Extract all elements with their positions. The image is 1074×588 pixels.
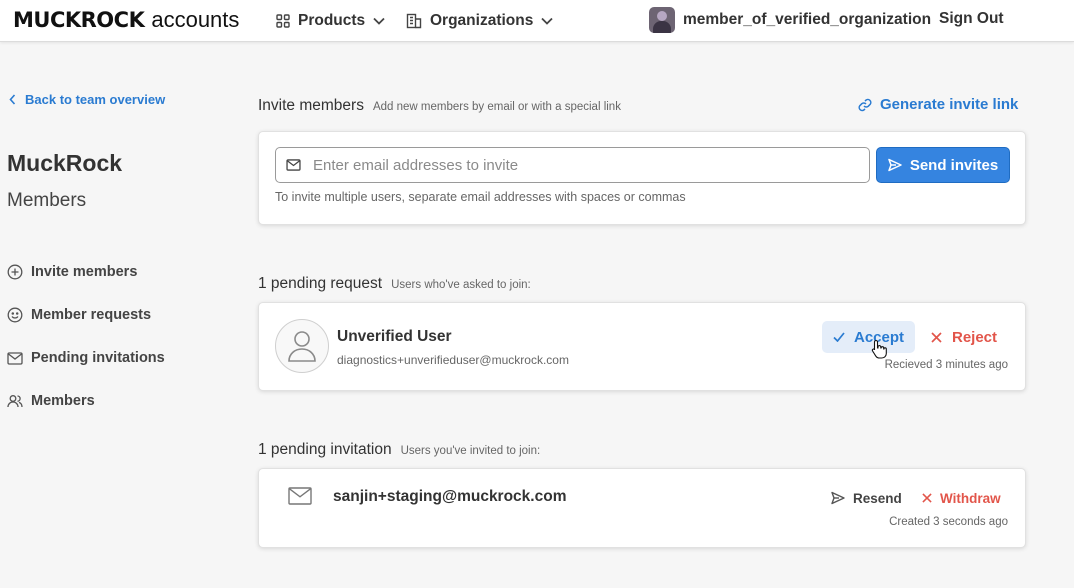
user-icon <box>288 331 316 362</box>
user-menu[interactable]: member_of_verified_organization <box>649 6 931 34</box>
products-menu[interactable]: Products <box>276 10 385 32</box>
reject-label: Reject <box>952 328 998 346</box>
back-to-team-overview-link[interactable]: Back to team overview <box>9 92 165 107</box>
organizations-menu-label: Organizations <box>430 12 534 29</box>
sidebar-item-pending-invitations[interactable]: Pending invitations <box>7 350 165 366</box>
mail-icon <box>288 487 312 505</box>
request-received-time: Recieved 3 minutes ago <box>884 359 1008 371</box>
close-icon <box>922 493 932 503</box>
generate-invite-link-button[interactable]: Generate invite link <box>858 96 1018 113</box>
sign-out-link[interactable]: Sign Out <box>939 10 1004 28</box>
send-icon <box>888 158 902 172</box>
sidebar-item-invite-members[interactable]: Invite members <box>7 264 137 280</box>
withdraw-label: Withdraw <box>940 490 1001 506</box>
send-invites-label: Send invites <box>909 156 999 174</box>
invitation-created-time: Created 3 seconds ago <box>889 516 1008 528</box>
back-link-label: Back to team overview <box>25 92 166 107</box>
pending-requests-heading: 1 pending request Users who've asked to … <box>258 275 531 293</box>
mail-icon <box>286 159 301 171</box>
mail-icon <box>7 351 23 365</box>
invitation-email: sanjin+staging@muckrock.com <box>333 488 567 505</box>
organizations-menu[interactable]: Organizations <box>406 10 553 32</box>
close-icon <box>931 331 942 343</box>
link-icon <box>858 98 872 111</box>
email-invite-field[interactable] <box>275 147 870 183</box>
withdraw-invitation-button[interactable]: Withdraw <box>922 487 1001 509</box>
send-icon <box>831 491 845 505</box>
resend-invitation-button[interactable]: Resend <box>831 487 902 509</box>
request-user-name: Unverified User <box>337 328 452 345</box>
top-navigation-bar: MUCKROCK accounts Products Organizations… <box>0 0 1074 42</box>
accept-request-button[interactable]: Accept <box>822 321 915 353</box>
sidebar-item-label: Pending invitations <box>31 350 165 366</box>
reject-request-button[interactable]: Reject <box>931 321 997 353</box>
sidebar-item-label: Invite members <box>31 264 138 280</box>
sidebar-item-members[interactable]: Members <box>7 393 95 409</box>
resend-label: Resend <box>853 490 902 506</box>
send-invites-button[interactable]: Send invites <box>876 147 1010 183</box>
chevron-down-icon <box>541 17 553 25</box>
chevron-down-icon <box>373 17 385 25</box>
generate-invite-link-label: Generate invite link <box>880 96 1019 113</box>
invite-members-heading: Invite members Add new members by email … <box>258 97 621 115</box>
logo-suffix: accounts <box>151 7 240 32</box>
people-icon <box>7 395 23 408</box>
avatar <box>275 319 329 373</box>
plus-circle-icon <box>7 264 23 280</box>
sidebar-item-member-requests[interactable]: Member requests <box>7 307 151 323</box>
organization-name: MuckRock <box>7 150 123 176</box>
section-title: 1 pending invitation <box>258 441 392 458</box>
building-icon <box>406 13 422 29</box>
pending-invitations-heading: 1 pending invitation Users you've invite… <box>258 441 540 459</box>
pending-invitation-card: sanjin+staging@muckrock.com Resend Withd… <box>258 468 1026 548</box>
email-input[interactable] <box>313 156 853 174</box>
avatar <box>649 7 675 33</box>
sidebar-item-label: Member requests <box>31 307 152 323</box>
invite-hint: To invite multiple users, separate email… <box>275 190 686 204</box>
logo-brand: MUCKROCK <box>13 8 145 32</box>
muckrock-accounts-logo[interactable]: MUCKROCK accounts <box>13 7 239 33</box>
page-title: Members <box>7 190 87 211</box>
products-menu-label: Products <box>298 12 366 29</box>
check-icon <box>833 332 845 342</box>
pending-request-card: Unverified User diagnostics+unverifiedus… <box>258 302 1026 391</box>
grid-icon <box>276 14 290 28</box>
user-name: member_of_verified_organization <box>683 11 932 28</box>
chevron-left-icon <box>9 94 16 105</box>
section-description: Users who've asked to join: <box>391 279 531 291</box>
section-description: Users you've invited to join: <box>400 445 541 457</box>
sidebar-item-label: Members <box>31 393 95 409</box>
invite-card: Send invites To invite multiple users, s… <box>258 131 1026 225</box>
mouse-pointer-icon <box>871 339 887 359</box>
smiley-icon <box>7 307 23 323</box>
section-description: Add new members by email or with a speci… <box>372 101 621 113</box>
section-title: 1 pending request <box>258 275 383 292</box>
request-user-email: diagnostics+unverifieduser@muckrock.com <box>337 353 569 367</box>
section-title: Invite members <box>258 97 364 114</box>
